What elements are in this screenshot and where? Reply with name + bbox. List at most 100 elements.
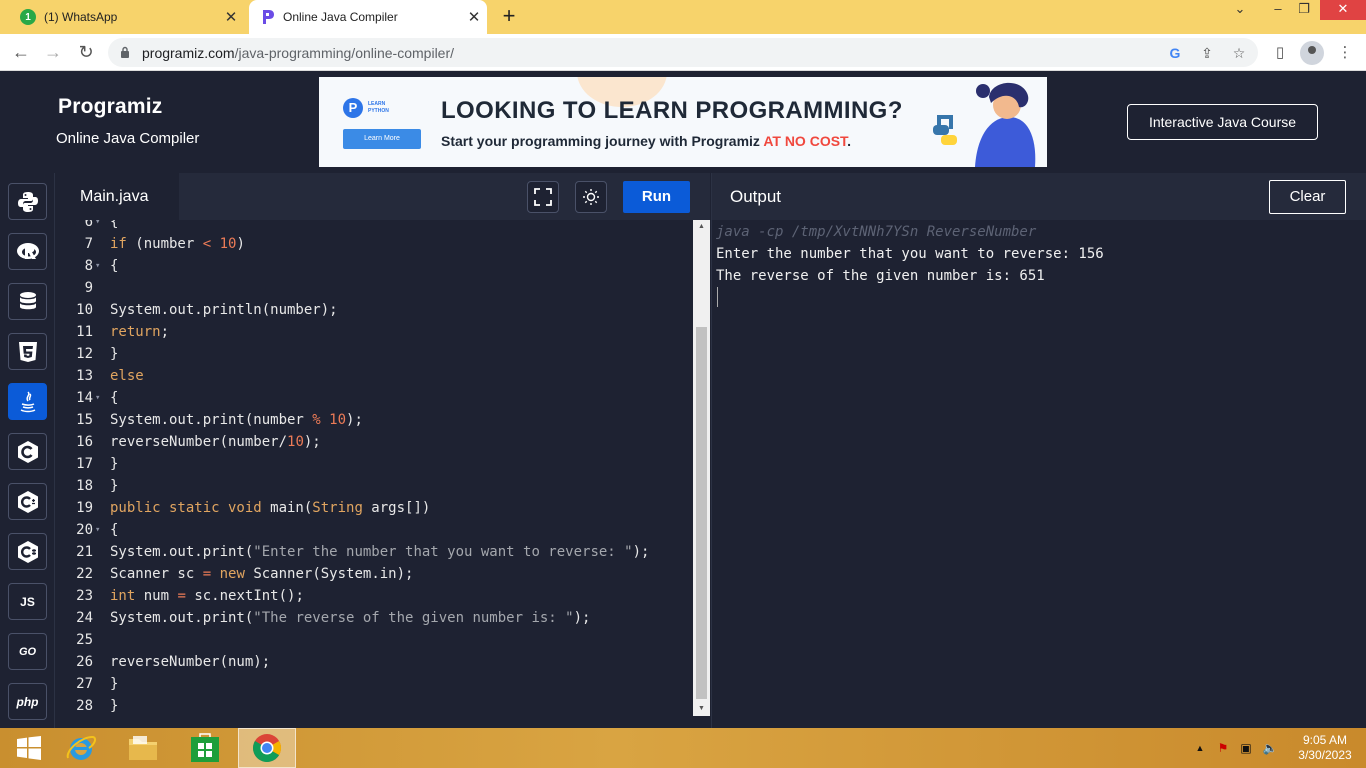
new-tab-plus-icon[interactable]: + bbox=[497, 5, 521, 29]
line-number: 23 bbox=[76, 588, 93, 604]
programiz-p-icon: P bbox=[343, 98, 363, 118]
code-line[interactable]: 9 bbox=[55, 277, 693, 299]
share-icon[interactable]: ⇪ bbox=[1198, 44, 1216, 62]
code-line[interactable]: 14 ▾ { bbox=[55, 387, 693, 409]
action-center-flag-icon[interactable]: ⚑ bbox=[1215, 740, 1231, 756]
network-icon[interactable]: ▣ bbox=[1238, 740, 1254, 756]
code-text: int num = sc.nextInt(); bbox=[110, 588, 304, 604]
code-line[interactable]: 6 ▾ { bbox=[55, 220, 693, 233]
code-line[interactable]: 24 System.out.print("The reverse of the g… bbox=[55, 607, 693, 629]
code-line[interactable]: 13 else bbox=[55, 365, 693, 387]
code-line[interactable]: 17} bbox=[55, 453, 693, 475]
code-line[interactable]: 20 ▾ { bbox=[55, 519, 693, 541]
taskbar-chrome[interactable] bbox=[238, 728, 296, 768]
output-console[interactable]: java -cp /tmp/XvtNNh7YSn ReverseNumber E… bbox=[711, 220, 1366, 728]
go-icon: GO bbox=[18, 645, 37, 658]
code-line[interactable]: 16 reverseNumber(number/10); bbox=[55, 431, 693, 453]
scroll-up-arrow-icon[interactable]: ▲ bbox=[693, 220, 710, 234]
sidebar-item-python[interactable] bbox=[8, 183, 47, 220]
forward-arrow-icon[interactable]: → bbox=[42, 42, 64, 64]
editor-scrollbar[interactable]: ▲ ▼ bbox=[693, 220, 710, 716]
code-text: { bbox=[110, 220, 119, 230]
ad-learn-more-button[interactable]: Learn More bbox=[343, 129, 421, 149]
scroll-down-arrow-icon[interactable]: ▼ bbox=[693, 702, 710, 716]
database-icon bbox=[19, 291, 36, 309]
clear-button[interactable]: Clear bbox=[1269, 180, 1346, 214]
url-input[interactable]: programiz.com/java-programming/online-co… bbox=[108, 38, 1258, 67]
code-editor[interactable]: 6 ▾{7 if (number < 10) 8 ▾{9 10 System.out.pri… bbox=[55, 220, 693, 728]
fold-chevron-icon[interactable]: ▾ bbox=[95, 387, 105, 409]
run-button[interactable]: Run bbox=[623, 181, 690, 213]
line-number: 16 bbox=[76, 434, 93, 450]
reload-icon[interactable]: ↻ bbox=[75, 42, 97, 64]
close-icon[interactable]: ✕ bbox=[218, 8, 244, 26]
line-number: 12 bbox=[76, 346, 93, 362]
programiz-logo[interactable]: Programiz bbox=[58, 95, 163, 119]
taskbar-file-explorer[interactable] bbox=[114, 728, 172, 768]
profile-avatar-icon[interactable] bbox=[1300, 41, 1324, 65]
taskbar-store[interactable] bbox=[176, 728, 234, 768]
code-line[interactable]: 8 ▾ { bbox=[55, 255, 693, 277]
tab-whatsapp[interactable]: 1 (1) WhatsApp ✕ bbox=[8, 0, 244, 34]
scrollbar-thumb[interactable] bbox=[696, 327, 707, 699]
ad-banner[interactable]: P LEARN PYTHON Learn More LOOKING TO LEAR… bbox=[319, 77, 1047, 167]
close-icon[interactable]: ✕ bbox=[461, 8, 487, 26]
address-toolbar: ← → ↻ programiz.com/java-programming/onl… bbox=[0, 34, 1366, 71]
sidebar-item-c[interactable] bbox=[8, 433, 47, 470]
python-icon bbox=[17, 191, 38, 212]
tab-main-java[interactable]: Main.java bbox=[55, 173, 179, 220]
fold-chevron-icon[interactable]: ▾ bbox=[95, 255, 105, 277]
code-line[interactable]: 10 System.out.println(number); bbox=[55, 299, 693, 321]
code-text: if (number < 10) bbox=[110, 236, 245, 252]
line-number: 21 bbox=[76, 544, 93, 560]
fold-chevron-icon[interactable]: ▾ bbox=[95, 519, 105, 541]
code-line[interactable]: 21 System.out.print("Enter the number tha… bbox=[55, 541, 693, 563]
window-close-icon[interactable]: ✕ bbox=[1320, 0, 1366, 20]
interactive-java-course-button[interactable]: Interactive Java Course bbox=[1127, 104, 1318, 140]
code-line[interactable]: 15 System.out.print(number % 10); bbox=[55, 409, 693, 431]
code-text: else bbox=[110, 368, 144, 384]
tab-online-java-compiler[interactable]: Online Java Compiler ✕ bbox=[249, 0, 487, 34]
programiz-favicon-icon bbox=[263, 10, 274, 24]
sidebar-item-cpp[interactable] bbox=[8, 483, 47, 520]
sidebar-item-php[interactable]: php bbox=[8, 683, 47, 720]
back-arrow-icon[interactable]: ← bbox=[10, 42, 32, 64]
code-line[interactable]: 28} bbox=[55, 695, 693, 717]
fullscreen-button[interactable] bbox=[527, 181, 559, 213]
sidebar-item-csharp[interactable] bbox=[8, 533, 47, 570]
taskbar-internet-explorer[interactable] bbox=[52, 728, 110, 768]
csharp-icon bbox=[17, 540, 38, 563]
code-text: reverseNumber(num); bbox=[110, 654, 271, 670]
tray-chevron-up-icon[interactable]: ▲ bbox=[1192, 740, 1208, 756]
code-line[interactable]: 7 if (number < 10) bbox=[55, 233, 693, 255]
fold-chevron-icon[interactable]: ▾ bbox=[95, 220, 105, 233]
code-line[interactable]: 23 int num = sc.nextInt(); bbox=[55, 585, 693, 607]
side-panel-icon[interactable]: ▯ bbox=[1270, 43, 1290, 63]
code-line[interactable]: 26 reverseNumber(num); bbox=[55, 651, 693, 673]
code-line[interactable]: 19 public static void main(String args[]) bbox=[55, 497, 693, 519]
sidebar-item-r[interactable] bbox=[8, 233, 47, 270]
google-icon[interactable]: G bbox=[1166, 44, 1184, 62]
bookmark-star-icon[interactable]: ☆ bbox=[1230, 44, 1248, 62]
start-button[interactable] bbox=[0, 728, 58, 768]
restore-icon[interactable]: ❐ bbox=[1290, 0, 1318, 20]
minimize-icon[interactable]: – bbox=[1264, 0, 1292, 20]
chevron-down-icon[interactable]: ⌄ bbox=[1226, 0, 1254, 20]
code-line[interactable]: 12} bbox=[55, 343, 693, 365]
volume-icon[interactable]: 🔈 bbox=[1262, 740, 1278, 756]
sidebar-item-java[interactable] bbox=[8, 383, 47, 420]
code-line[interactable]: 18} bbox=[55, 475, 693, 497]
sidebar-item-go[interactable]: GO bbox=[8, 633, 47, 670]
whatsapp-badge-icon: 1 bbox=[20, 9, 36, 25]
sidebar-item-sql[interactable] bbox=[8, 283, 47, 320]
code-line[interactable]: 22 Scanner sc = new Scanner(System.in); bbox=[55, 563, 693, 585]
line-number: 13 bbox=[76, 368, 93, 384]
code-line[interactable]: 25 bbox=[55, 629, 693, 651]
code-line[interactable]: 11 return; bbox=[55, 321, 693, 343]
theme-toggle-button[interactable] bbox=[575, 181, 607, 213]
taskbar-clock[interactable]: 9:05 AM 3/30/2023 bbox=[1290, 733, 1360, 763]
kebab-menu-icon[interactable]: ⋮ bbox=[1335, 43, 1355, 63]
code-line[interactable]: 27} bbox=[55, 673, 693, 695]
sidebar-item-html[interactable] bbox=[8, 333, 47, 370]
sidebar-item-js[interactable]: JS bbox=[8, 583, 47, 620]
